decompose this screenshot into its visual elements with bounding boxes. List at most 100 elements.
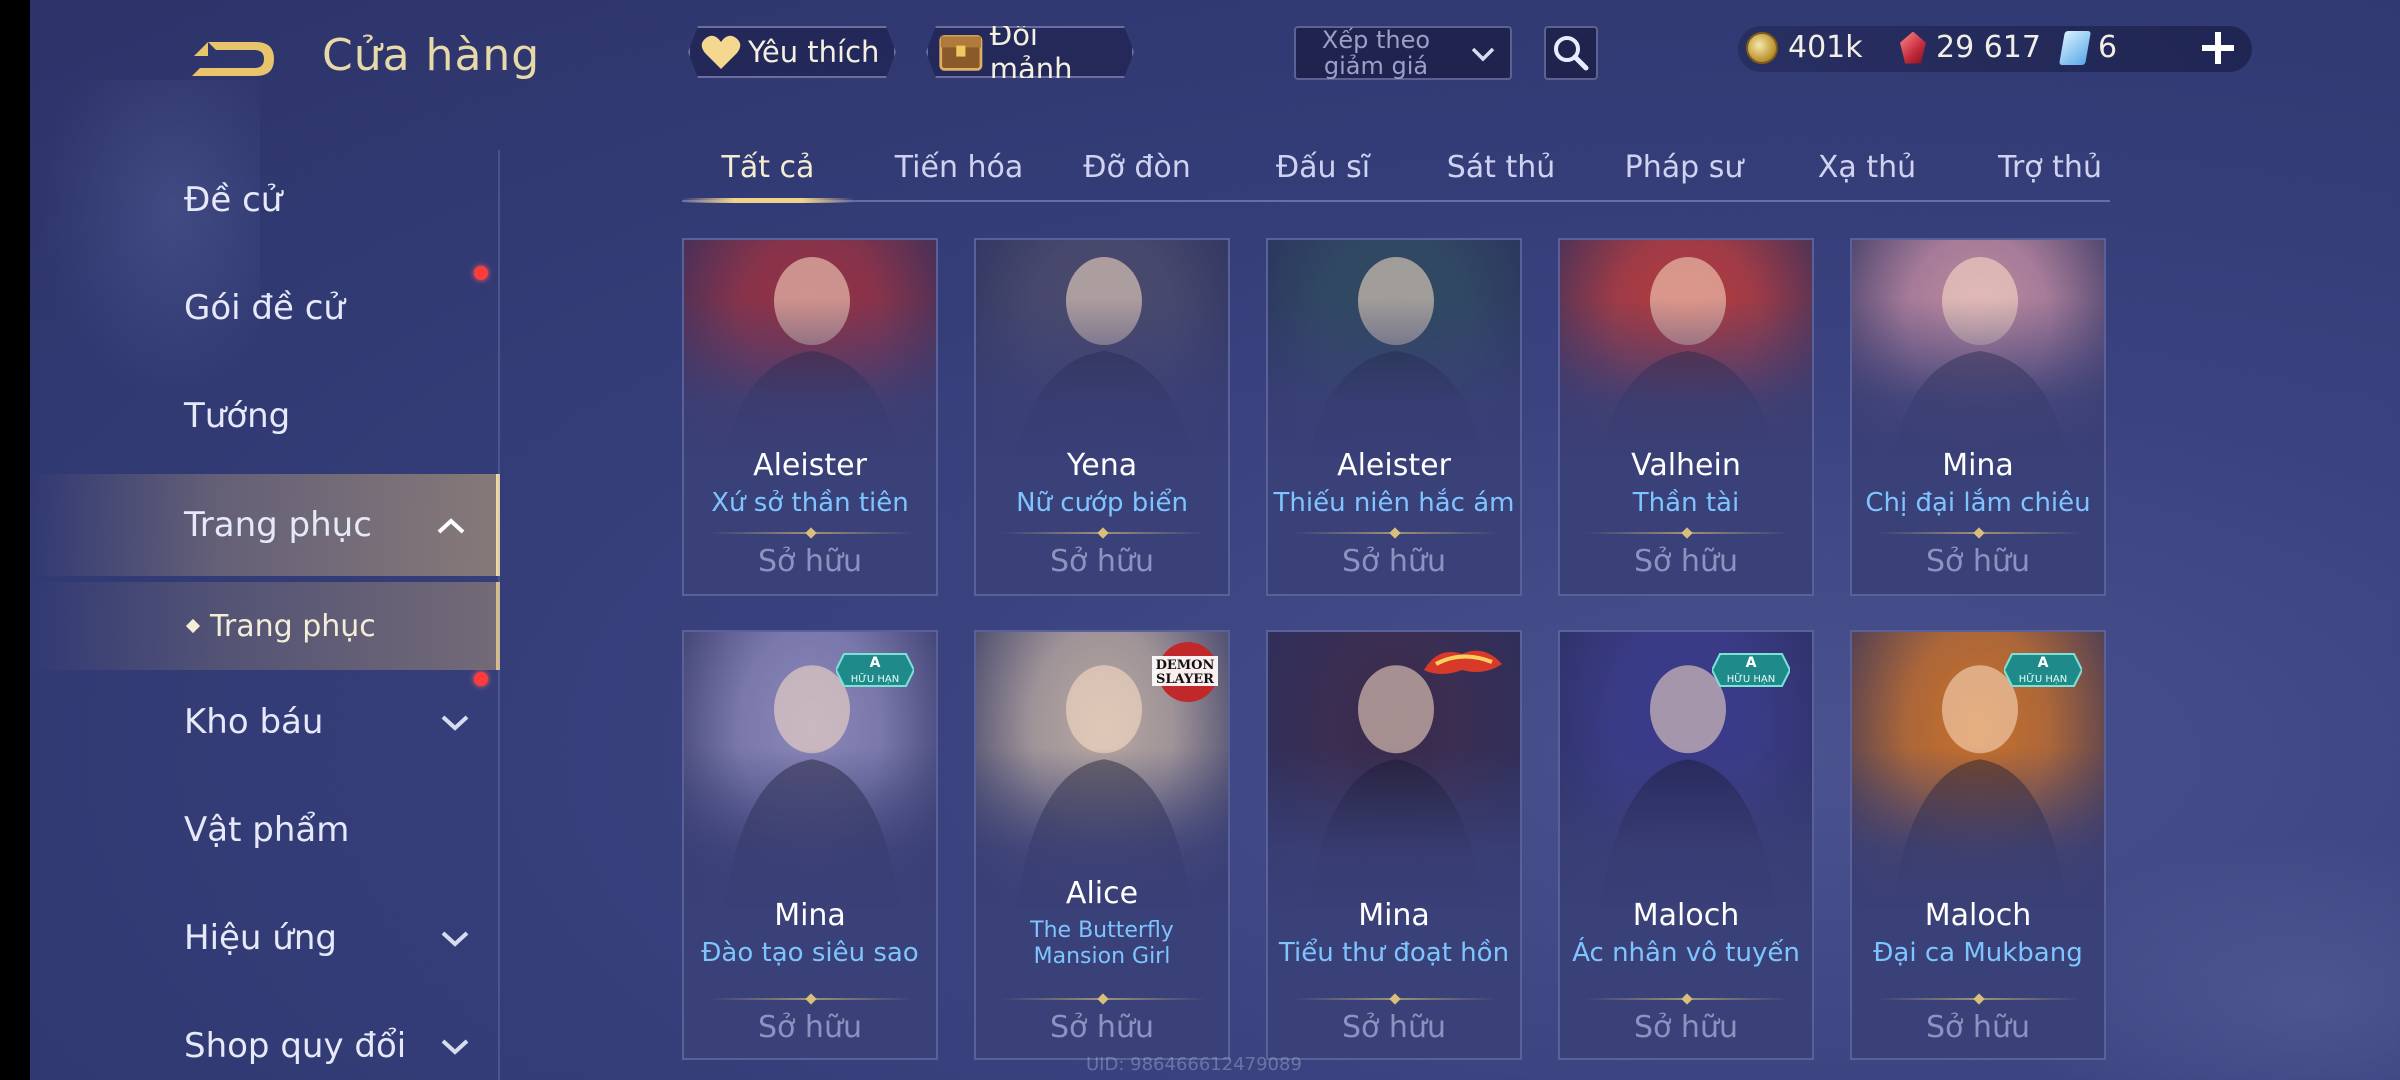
skin-card[interactable]: Aleister Xứ sở thần tiên Sở hữu [682, 238, 938, 596]
hero-name: Maloch [1924, 898, 2032, 933]
skin-name: Thiếu niên hắc ám [1273, 488, 1515, 518]
sidebar-item-label: Hiệu ứng [184, 918, 337, 958]
sidebar-item-exchange-shop[interactable]: Shop quy đổi [30, 996, 500, 1080]
svg-text:A: A [1746, 655, 1757, 671]
exchange-fragments-button[interactable]: Đổi mảnh [926, 26, 1134, 78]
favorite-label: Yêu thích [748, 35, 880, 69]
skin-card[interactable]: Alice The Butterfly Mansion Girl Sở hữu DEM… [974, 630, 1230, 1060]
tab-fighter[interactable]: Đấu sĩ [1238, 140, 1408, 202]
heart-icon [700, 33, 742, 71]
tab-mage[interactable]: Pháp sư [1596, 140, 1772, 202]
skin-card[interactable]: Valhein Thần tài Sở hữu [1558, 238, 1814, 596]
svg-text:HỮU HẠN: HỮU HẠN [1727, 672, 1775, 685]
skin-card[interactable]: Mina Tiểu thư đoạt hồn Sở hữu [1266, 630, 1522, 1060]
hero-name: Mina [774, 898, 846, 933]
skin-name: Nữ cướp biển [1016, 488, 1188, 518]
skin-card[interactable]: Maloch Ác nhân vô tuyến Sở hữu A HỮU HẠN [1558, 630, 1814, 1060]
skin-card[interactable]: Mina Đào tạo siêu sao Sở hữu A HỮU HẠN [682, 630, 938, 1060]
gold-currency: 401k [1746, 30, 1863, 65]
sidebar-item-label: Gói đề cử [184, 288, 345, 328]
skin-name: Xứ sở thần tiên [711, 488, 909, 518]
sort-dropdown[interactable]: Xếp theo giảm giá [1294, 26, 1512, 80]
sidebar-item-treasure[interactable]: Kho báu [30, 672, 500, 772]
chevron-up-icon [437, 518, 465, 534]
chevron-down-icon [1471, 47, 1495, 62]
search-icon [1554, 36, 1589, 71]
ownership-status: Sở hữu [1342, 544, 1446, 579]
card-currency: 6 [2059, 30, 2117, 65]
fragment-label: Đổi mảnh [989, 18, 1073, 86]
card-shade [1560, 298, 1812, 468]
svg-text:DEMON: DEMON [1156, 658, 1215, 673]
card-shade [1268, 298, 1520, 468]
ownership-status: Sở hữu [1050, 1010, 1154, 1045]
rank-badge-icon: AHỮU HẠN [2004, 653, 2082, 687]
tab-marksman[interactable]: Xạ thủ [1782, 140, 1952, 202]
sidebar-item-label: Kho báu [184, 702, 324, 742]
skin-card[interactable]: Mina Chị đại lắm chiêu Sở hữu [1850, 238, 2106, 596]
tab-assassin[interactable]: Sát thủ [1416, 140, 1586, 202]
skin-name: Chị đại lắm chiêu [1865, 488, 2091, 518]
sort-label: Xếp theo giảm giá [1321, 26, 1431, 80]
tabs-baseline [682, 200, 2110, 202]
screen-edge [0, 0, 30, 1080]
ownership-status: Sở hữu [1634, 1010, 1738, 1045]
sidebar-item-items[interactable]: Vật phẩm [30, 780, 500, 880]
card-shade [1852, 748, 2104, 918]
chevron-down-icon [441, 931, 469, 947]
svg-text:HỮU HẠN: HỮU HẠN [2019, 672, 2067, 685]
sidebar: Đề cử Gói đề cử Tướng Trang phục Trang p… [30, 0, 500, 1080]
hero-name: Mina [1358, 898, 1430, 933]
sidebar-item-label: Shop quy đổi [184, 1026, 407, 1066]
svg-text:A: A [2038, 655, 2049, 671]
sidebar-subitem-label: Trang phục [210, 608, 376, 644]
event-logo-icon [1424, 650, 1502, 674]
card-shade [684, 298, 936, 468]
chest-icon [938, 29, 984, 75]
skin-card[interactable]: Maloch Đại ca Mukbang Sở hữu A HỮU HẠN [1850, 630, 2106, 1060]
sidebar-item-recommended-packs[interactable]: Gói đề cử [30, 258, 500, 358]
sidebar-item-recommended[interactable]: Đề cử [30, 150, 500, 250]
tab-evolution[interactable]: Tiến hóa [874, 140, 1044, 202]
skin-card[interactable]: Yena Nữ cướp biển Sở hữu [974, 238, 1230, 596]
chevron-down-icon [441, 1039, 469, 1055]
svg-text:HỮU HẠN: HỮU HẠN [851, 672, 899, 685]
tab-tank[interactable]: Đỡ đòn [1052, 140, 1222, 202]
sidebar-item-heroes[interactable]: Tướng [30, 366, 500, 466]
card-shade [1268, 748, 1520, 918]
card-shade [684, 748, 936, 918]
notification-dot [474, 672, 488, 686]
chevron-down-icon [441, 715, 469, 731]
ruby-currency: 29 617 [1900, 30, 2041, 65]
ownership-status: Sở hữu [758, 544, 862, 579]
skin-name: Ác nhân vô tuyến [1572, 938, 1800, 968]
sidebar-item-skins[interactable]: Trang phục [30, 474, 500, 576]
card-shade [1560, 748, 1812, 918]
skin-name: Tiểu thư đoạt hồn [1278, 938, 1510, 968]
category-tabs: Tất cả Tiến hóa Đỡ đòn Đấu sĩ Sát thủ Ph… [682, 140, 2110, 206]
ownership-status: Sở hữu [1926, 1010, 2030, 1045]
add-currency-button[interactable] [2194, 22, 2242, 74]
sidebar-subitem-skins[interactable]: Trang phục [30, 582, 500, 670]
tab-all[interactable]: Tất cả [682, 140, 854, 202]
skin-name: The Butterfly Mansion Girl [1030, 918, 1174, 969]
sidebar-item-label: Tướng [184, 396, 291, 436]
sidebar-item-label: Đề cử [184, 180, 283, 220]
collab-logo-icon: DEMONSLAYER [1152, 642, 1218, 702]
notification-dot [474, 266, 488, 280]
tab-support[interactable]: Trợ thủ [1962, 140, 2138, 202]
ownership-status: Sở hữu [1342, 1010, 1446, 1045]
skin-card[interactable]: Aleister Thiếu niên hắc ám Sở hữu [1266, 238, 1522, 596]
ownership-status: Sở hữu [1926, 544, 2030, 579]
search-button[interactable] [1544, 26, 1598, 80]
hero-name: Maloch [1632, 898, 1740, 933]
sidebar-item-label: Vật phẩm [184, 810, 350, 850]
gold-amount: 401k [1788, 30, 1863, 65]
ruby-icon [1900, 31, 1926, 64]
favorite-button[interactable]: Yêu thích [688, 26, 896, 78]
svg-text:SLAYER: SLAYER [1156, 672, 1214, 687]
user-id-watermark: UID: 986466612479089 [1086, 1054, 1302, 1075]
sidebar-item-effects[interactable]: Hiệu ứng [30, 888, 500, 988]
skin-name: Thần tài [1632, 488, 1740, 518]
hero-name: Mina [1942, 448, 2014, 483]
